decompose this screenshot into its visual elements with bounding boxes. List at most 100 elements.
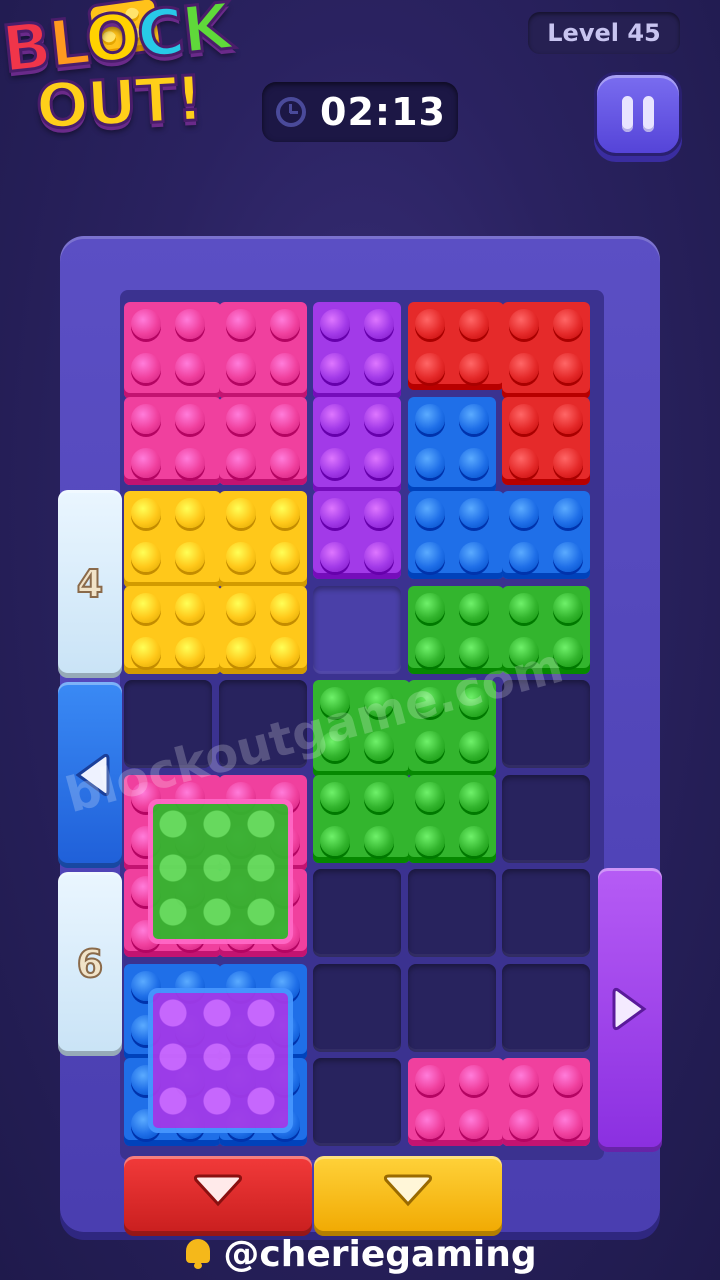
green-block-large-segment[interactable] [407, 680, 496, 777]
empty-cell [124, 680, 212, 768]
stud [320, 353, 350, 383]
purple-block-tall-segment[interactable] [313, 302, 401, 399]
pause-icon-bar-right [643, 96, 654, 132]
blue-block-l-segment[interactable] [407, 491, 504, 579]
right-arrow-icon [612, 987, 647, 1031]
stud [458, 781, 489, 812]
stud [553, 1109, 583, 1139]
stud [131, 447, 161, 478]
stud [131, 592, 161, 623]
green-block-large-segment[interactable] [407, 774, 496, 863]
pink-block-top-segment[interactable] [218, 302, 307, 399]
yellow-block-segment[interactable] [124, 585, 221, 674]
stud [509, 309, 539, 339]
stud [553, 542, 583, 572]
pink-block-bottom-segment[interactable] [502, 1058, 590, 1146]
green-block-flat-segment[interactable] [502, 585, 590, 674]
empty-cell [502, 774, 590, 863]
pink-block-top-segment[interactable] [218, 396, 307, 485]
stud [131, 403, 161, 434]
stud [509, 353, 539, 383]
yellow-block-segment[interactable] [218, 585, 307, 674]
stud [364, 687, 394, 717]
stud [320, 309, 350, 339]
stud [414, 731, 445, 761]
stud [175, 447, 205, 478]
stud [225, 498, 256, 528]
stud [458, 447, 489, 478]
empty-cell [502, 963, 590, 1052]
green-inner-block [148, 798, 293, 944]
empty-cell [502, 869, 590, 957]
empty-cell [313, 869, 401, 957]
stud [458, 403, 489, 434]
stud [414, 498, 445, 528]
green-block-flat-segment[interactable] [407, 585, 504, 674]
logo-line-2: OUT! [33, 60, 205, 145]
stud [414, 447, 445, 478]
stud [320, 781, 350, 812]
stud [458, 687, 489, 717]
stud [414, 636, 445, 667]
pink-block-top-segment[interactable] [124, 302, 221, 399]
bell-icon [183, 1237, 213, 1269]
stud [509, 498, 539, 528]
purple-block-tall-segment[interactable] [313, 491, 401, 579]
credit-handle: @cheriegaming [223, 1234, 537, 1275]
creator-credit: @cheriegaming [0, 1234, 720, 1275]
stud [175, 592, 205, 623]
stud [509, 1065, 539, 1095]
stud [414, 1065, 445, 1095]
stud [225, 353, 256, 383]
pause-icon-bar-left [622, 96, 633, 132]
stud [509, 1109, 539, 1139]
ice-count-left-bottom: 6 [76, 941, 104, 987]
stud [364, 403, 394, 434]
blue-block-l-segment[interactable] [502, 491, 590, 579]
stud [364, 353, 394, 383]
red-block-j-segment[interactable] [407, 302, 504, 390]
stud [553, 498, 583, 528]
stud [458, 636, 489, 667]
empty-cell [502, 680, 590, 768]
stud [131, 498, 161, 528]
red-block-j-segment[interactable] [502, 302, 590, 399]
stud [458, 542, 489, 572]
pause-button[interactable] [594, 72, 682, 156]
stud [364, 542, 394, 572]
purple-block-tall-segment[interactable] [313, 396, 401, 493]
stud [364, 731, 394, 761]
exit-gate-left-blue [58, 682, 122, 868]
stud [131, 353, 161, 383]
yellow-block-segment[interactable] [218, 491, 307, 588]
stud [414, 781, 445, 812]
stud [458, 353, 489, 383]
stud [364, 825, 394, 856]
left-arrow-icon [75, 753, 110, 797]
level-label: Level 45 [528, 12, 680, 54]
stud [458, 825, 489, 856]
stud [269, 447, 300, 478]
exit-gate-right-purple [598, 868, 662, 1152]
yellow-block-segment[interactable] [124, 491, 221, 588]
stud [553, 1065, 583, 1095]
stud [225, 542, 256, 572]
stud [364, 309, 394, 339]
red-block-j-segment[interactable] [502, 396, 590, 485]
stud [320, 542, 350, 572]
stud [414, 825, 445, 856]
pink-block-top-segment[interactable] [124, 396, 221, 485]
stud [414, 1109, 445, 1139]
pink-block-bottom-segment[interactable] [407, 1058, 504, 1146]
timer: 02:13 [262, 82, 458, 142]
ice-count-left-top: 4 [76, 561, 104, 607]
stud [509, 447, 539, 478]
blue-block-l-segment[interactable] [407, 396, 496, 493]
green-block-large-segment[interactable] [313, 774, 410, 863]
stud [458, 1065, 489, 1095]
stud [364, 447, 394, 478]
exit-gate-bottom-red [124, 1156, 312, 1236]
green-block-large-segment[interactable] [313, 680, 410, 777]
stud [175, 403, 205, 434]
down-arrow-icon [193, 1174, 243, 1207]
